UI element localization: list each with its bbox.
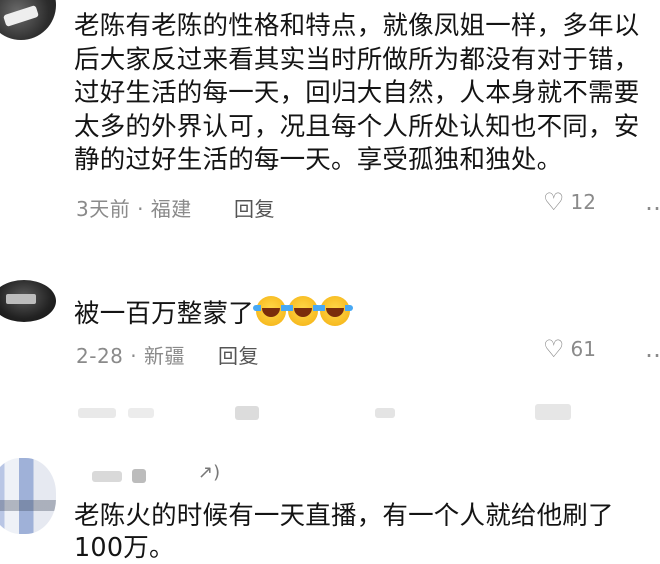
like-count: 12 (570, 190, 596, 214)
avatar[interactable] (0, 0, 56, 40)
comment-time-location: 3天前 · 福建 (76, 197, 192, 221)
blurred-content (535, 404, 571, 420)
heart-outline-icon: ♡ (543, 335, 565, 363)
blurred-content (78, 408, 116, 418)
comment-line: 被一百万整蒙了 (74, 299, 254, 329)
more-icon[interactable]: … (645, 188, 660, 216)
author-name[interactable] (92, 471, 122, 482)
comment-time-location: 2-28 · 新疆 (76, 344, 185, 368)
comment-line: 过好生活的每一天，回归大自然，人本身就不需要 (74, 78, 640, 108)
blurred-content (375, 408, 395, 418)
like-count: 61 (570, 337, 596, 361)
avatar[interactable] (0, 458, 56, 534)
heart-outline-icon: ♡ (543, 188, 565, 216)
more-icon[interactable]: … (645, 335, 660, 363)
comment-line: 老陈有老陈的性格和特点，就像凤姐一样，多年以 (74, 11, 640, 41)
laughing-crying-emoji (252, 296, 289, 326)
avatar[interactable] (0, 280, 56, 322)
like-button[interactable]: ♡ 12 (543, 190, 596, 214)
like-button[interactable]: ♡ 61 (543, 337, 596, 361)
comment-text: 被一百万整蒙了 (74, 296, 660, 332)
author-name[interactable] (132, 469, 146, 483)
comment-line: 后大家反过来看其实当时所做所为都没有对于错， (74, 44, 640, 75)
comment-line: 老陈火的时候有一天直播，有一个人就给他刷了 (74, 501, 614, 531)
laughing-crying-emoji (316, 296, 353, 326)
reply-button[interactable]: 回复 (234, 193, 275, 222)
blurred-content (128, 408, 154, 418)
reply-button[interactable]: 回复 (218, 340, 259, 369)
comment-line: 100万。 (74, 533, 175, 563)
comment-text: 老陈火的时候有一天直播，有一个人就给他刷了 100万。 (74, 500, 660, 564)
comment-line: 太多的外界认可，况且每个人所处认知也不同，安 (74, 111, 640, 142)
laughing-crying-emoji (284, 296, 321, 326)
blurred-content (235, 406, 259, 420)
comment-text: 老陈有老陈的性格和特点，就像凤姐一样，多年以 后大家反过来看其实当时所做所为都没… (74, 10, 660, 178)
comment-line: 静的过好生活的每一天。享受孤独和独处。 (74, 145, 563, 175)
author-badge: ↗) (198, 462, 221, 483)
